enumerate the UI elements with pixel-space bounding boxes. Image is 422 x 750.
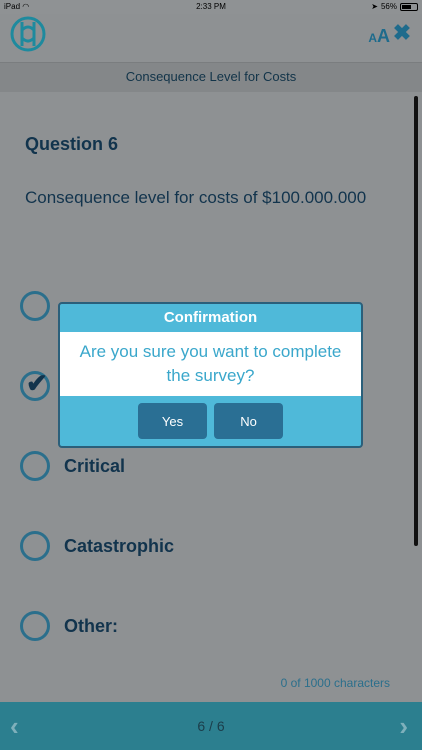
option-label: Critical <box>64 455 126 476</box>
radio-button[interactable] <box>20 611 50 641</box>
scrollbar[interactable] <box>414 96 418 546</box>
confirmation-dialog: Confirmation Are you sure you want to co… <box>58 302 363 448</box>
checkmark-icon: ✔ <box>26 368 48 398</box>
dialog-message: Are you sure you want to complete the su… <box>60 332 361 396</box>
yes-button[interactable]: Yes <box>138 403 207 439</box>
app-logo-icon <box>10 16 46 52</box>
survey-title: Consequence Level for Costs <box>125 69 297 84</box>
character-counter: 0 of 1000 characters <box>280 676 390 690</box>
navigation-footer: ‹ 6 / 6 › <box>0 702 422 750</box>
next-icon[interactable]: › <box>399 711 408 742</box>
status-time: 2:33 PM <box>196 2 226 11</box>
no-button[interactable]: No <box>214 403 283 439</box>
option-catastrophic[interactable]: Catastrophic <box>20 526 174 566</box>
survey-title-bar: Consequence Level for Costs <box>0 62 422 92</box>
font-size-icon-small: A <box>368 31 377 45</box>
question-number: Question 6 <box>25 134 119 154</box>
option-critical[interactable]: Critical <box>20 446 125 486</box>
battery-icon <box>400 2 418 11</box>
radio-button[interactable] <box>20 531 50 561</box>
font-size-button[interactable]: AA <box>368 26 390 47</box>
close-icon[interactable]: ✖ <box>392 22 412 44</box>
radio-button[interactable] <box>20 291 50 321</box>
radio-button[interactable] <box>20 451 50 481</box>
option-label: Other: <box>64 615 118 636</box>
font-size-icon-big: A <box>377 26 390 46</box>
status-right: ➤ 56% <box>371 2 418 11</box>
question-text: Consequence level for costs of $100.000.… <box>25 188 367 207</box>
app-header: AA ✖ <box>0 14 422 62</box>
dialog-title: Confirmation <box>163 309 258 326</box>
option-label: Catastrophic <box>64 535 175 556</box>
location-icon: ➤ <box>371 2 378 11</box>
status-bar: iPad ◠ 2:33 PM ➤ 56% <box>0 0 422 14</box>
dialog-actions: Yes No <box>60 396 361 446</box>
radio-button-selected[interactable]: ✔ <box>20 368 50 401</box>
battery-percent: 56% <box>380 2 397 11</box>
page-indicator: 6 / 6 <box>197 718 225 734</box>
option-other[interactable]: Other: <box>20 606 118 646</box>
